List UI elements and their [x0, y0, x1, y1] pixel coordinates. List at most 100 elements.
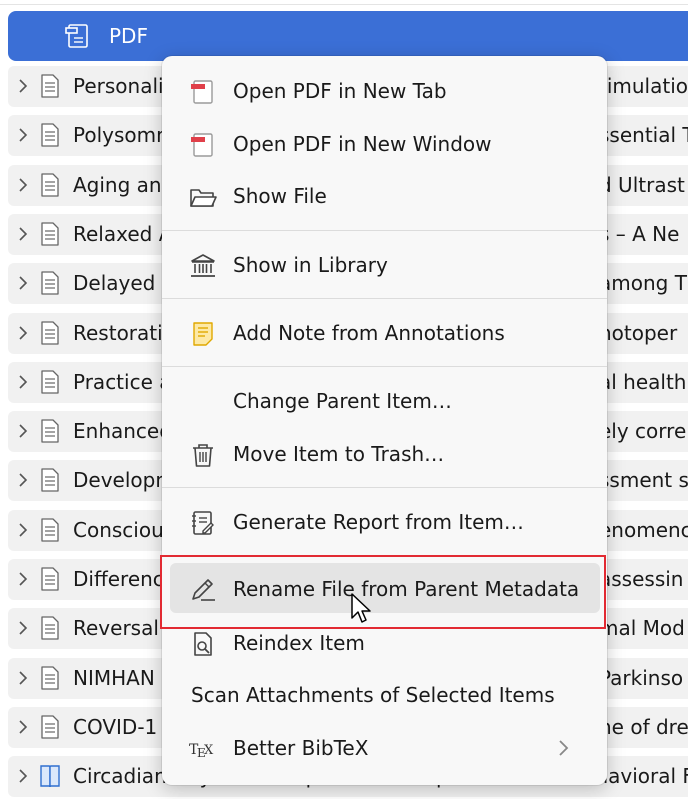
item-list-top-row[interactable] [0, 0, 688, 5]
svg-text:X: X [204, 743, 214, 758]
document-icon [41, 370, 59, 394]
document-icon [41, 715, 59, 739]
item-title-overflow: al health [599, 370, 687, 394]
menu-item-show-file[interactable]: Show File [162, 175, 607, 219]
highlight-box [160, 555, 606, 629]
menu-item-label: Better BibTeX [233, 736, 369, 760]
item-title-overflow: ssential T [599, 123, 688, 147]
item-title: Developn [73, 468, 169, 492]
pdf-icon [191, 80, 213, 104]
document-icon [41, 222, 59, 246]
pdf-attachment-icon [65, 24, 88, 48]
chevron-right-icon[interactable] [16, 569, 30, 589]
report-icon [192, 511, 214, 535]
menu-item-label: Show in Library [233, 253, 388, 277]
context-menu: Open PDF in New Tab Open PDF in New Wind… [162, 56, 607, 785]
menu-separator [162, 298, 607, 299]
item-title-overflow: enomenc [599, 518, 688, 542]
document-icon [41, 666, 59, 690]
mouse-cursor-icon [351, 593, 371, 623]
chevron-right-icon[interactable] [16, 273, 30, 293]
chevron-right-icon [559, 740, 569, 756]
menu-item-generate-report[interactable]: Generate Report from Item… [162, 501, 607, 545]
document-icon [41, 173, 59, 197]
item-title: Practice a [73, 370, 172, 394]
chevron-right-icon[interactable] [16, 766, 30, 786]
chevron-right-icon[interactable] [16, 125, 30, 145]
item-title: Aging an [73, 173, 162, 197]
item-title: Differenc [73, 567, 164, 591]
chevron-right-icon[interactable] [16, 668, 30, 688]
trash-icon [193, 444, 213, 467]
item-title-overflow: hotoper [599, 321, 678, 345]
chevron-right-icon[interactable] [16, 618, 30, 638]
item-title-overflow: s – A Ne [599, 222, 680, 246]
item-title: Restorati [73, 321, 163, 345]
menu-item-move-to-trash[interactable]: Move Item to Trash… [162, 433, 607, 477]
document-icon [41, 271, 59, 295]
attachment-label: PDF [109, 24, 148, 48]
item-title: Relaxed A [73, 222, 173, 246]
book-icon [40, 765, 60, 788]
chevron-right-icon[interactable] [16, 76, 30, 96]
chevron-right-icon[interactable] [16, 421, 30, 441]
attachment-row-pdf[interactable]: PDF [8, 11, 688, 61]
item-title-overflow: among T [599, 271, 687, 295]
menu-item-label: Reindex Item [233, 631, 365, 655]
item-title-overflow: ne of dre [599, 715, 688, 739]
item-title-overflow: timulatio [599, 74, 688, 98]
document-icon [41, 468, 59, 492]
item-title: Delayed [73, 271, 156, 295]
menu-separator [162, 230, 607, 231]
chevron-right-icon[interactable] [16, 175, 30, 195]
document-icon [41, 123, 59, 147]
menu-item-label: Scan Attachments of Selected Items [191, 683, 555, 707]
chevron-right-icon[interactable] [16, 717, 30, 737]
folder-icon [190, 189, 217, 207]
item-title: Polysomn [73, 123, 169, 147]
item-title: Consciou [73, 518, 164, 542]
chevron-right-icon[interactable] [16, 470, 30, 490]
menu-item-label: Open PDF in New Tab [233, 79, 447, 103]
document-icon [41, 616, 59, 640]
item-title-overflow: ely corre [599, 419, 687, 443]
menu-item-change-parent-item[interactable]: Change Parent Item… [162, 380, 607, 424]
item-title: Reversal [73, 616, 159, 640]
menu-item-open-pdf-new-tab[interactable]: Open PDF in New Tab [162, 70, 607, 114]
note-icon [193, 322, 213, 346]
item-title: Enhanced [73, 419, 172, 443]
chevron-right-icon[interactable] [16, 372, 30, 392]
menu-separator [162, 366, 607, 367]
reindex-icon [194, 632, 212, 656]
menu-item-label: Generate Report from Item… [233, 510, 524, 534]
menu-item-show-in-library[interactable]: Show in Library [162, 244, 607, 288]
menu-item-add-note-from-annotations[interactable]: Add Note from Annotations [162, 312, 607, 356]
chevron-right-icon[interactable] [16, 323, 30, 343]
menu-item-label: Change Parent Item… [233, 389, 452, 413]
menu-item-label: Move Item to Trash… [233, 442, 445, 466]
menu-item-open-pdf-new-window[interactable]: Open PDF in New Window [162, 123, 607, 167]
menu-item-label: Add Note from Annotations [233, 321, 505, 345]
document-icon [41, 321, 59, 345]
item-title: Personali [73, 74, 164, 98]
tex-icon: T E X [189, 742, 214, 760]
document-icon [41, 74, 59, 98]
menu-item-label: Open PDF in New Window [233, 132, 492, 156]
menu-item-better-bibtex[interactable]: T E X Better BibTeX [162, 727, 607, 771]
item-title-overflow: assessin [599, 567, 684, 591]
chevron-right-icon[interactable] [16, 224, 30, 244]
library-icon [191, 254, 215, 277]
item-title-overflow: ssment s [599, 468, 688, 492]
menu-item-label: Show File [233, 184, 327, 208]
item-title: COVID-1 [73, 715, 158, 739]
document-icon [41, 567, 59, 591]
chevron-right-icon[interactable] [16, 520, 30, 540]
item-title-overflow: mal Mod [599, 616, 685, 640]
pdf-icon [191, 133, 213, 157]
document-icon [41, 419, 59, 443]
item-title-overflow: d Ultrast [599, 173, 685, 197]
item-title-overflow: Parkinso [599, 666, 684, 690]
item-title: NIMHAN [73, 666, 155, 690]
menu-separator [162, 487, 607, 488]
menu-item-scan-attachments[interactable]: Scan Attachments of Selected Items [162, 674, 607, 718]
